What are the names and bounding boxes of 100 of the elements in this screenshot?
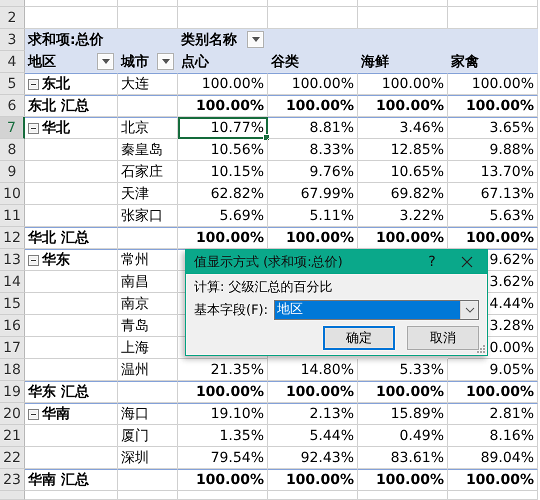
collapse-icon[interactable]	[28, 408, 39, 420]
table-cell	[118, 95, 178, 117]
percent-cell: 5.63%	[448, 205, 538, 227]
resize-grip-icon[interactable]	[477, 345, 485, 353]
percent-cell: 83.61%	[358, 447, 448, 469]
column-header: 谷类	[268, 51, 358, 73]
city-cell: 天津	[118, 183, 178, 205]
percent-cell: 2.13%	[268, 403, 358, 425]
table-cell	[118, 227, 178, 249]
percent-cell: 100.00%	[178, 73, 268, 95]
city-cell: 海口	[118, 403, 178, 425]
cancel-button[interactable]: 取消	[407, 326, 479, 350]
percent-cell: 100.00%	[268, 469, 358, 491]
percent-cell: 1.35%	[178, 425, 268, 447]
percent-cell: 100.00%	[358, 95, 448, 117]
row-number: 18	[0, 359, 25, 381]
caret-icon	[102, 59, 110, 64]
filter-button[interactable]	[157, 53, 174, 70]
row-number: 9	[0, 161, 25, 183]
percent-cell: 3.65%	[448, 117, 538, 139]
column-header: 海鲜	[358, 51, 448, 73]
region-label: 华北	[42, 119, 70, 137]
row-number: 23	[0, 469, 25, 491]
city-cell: 张家口	[118, 205, 178, 227]
percent-cell: 5.33%	[358, 359, 448, 381]
row-header	[0, 0, 25, 7]
field-label: 基本字段(F):	[194, 302, 268, 319]
row-number: 14	[0, 271, 25, 293]
city-cell: 上海	[118, 337, 178, 359]
subtotal-label: 华北 汇总	[25, 227, 118, 249]
percent-cell: 67.99%	[268, 183, 358, 205]
percent-cell: 79.54%	[178, 447, 268, 469]
collapse-icon[interactable]	[28, 122, 39, 134]
percent-cell: 100.00%	[268, 95, 358, 117]
city-cell: 北京	[118, 117, 178, 139]
percent-cell: 100.00%	[448, 469, 538, 491]
caret-icon	[162, 59, 170, 64]
city-cell: 大连	[118, 73, 178, 95]
percent-cell: 8.33%	[268, 139, 358, 161]
percent-cell: 67.13%	[448, 183, 538, 205]
value-field-label: 求和项:总价	[25, 29, 118, 51]
help-button[interactable]: ?	[417, 254, 447, 270]
dropdown-button[interactable]	[460, 301, 478, 319]
ok-button[interactable]: 确定	[323, 326, 395, 350]
collapse-icon[interactable]	[28, 78, 39, 90]
row-number: 11	[0, 205, 25, 227]
row-header	[0, 491, 25, 500]
subtotal-label: 华东 汇总	[25, 381, 118, 403]
base-field-dropdown[interactable]: 地区	[274, 300, 479, 320]
percent-cell: 10.77%	[178, 117, 268, 139]
percent-cell: 100.00%	[178, 469, 268, 491]
percent-cell: 100.00%	[358, 469, 448, 491]
row-number: 15	[0, 293, 25, 315]
percent-cell: 100.00%	[268, 73, 358, 95]
row-number: 6	[0, 95, 25, 117]
row-number: 16	[0, 315, 25, 337]
region-label: 华东	[42, 251, 70, 269]
table-cell	[118, 491, 178, 500]
percent-cell: 92.43%	[268, 447, 358, 469]
filter-button[interactable]	[247, 31, 264, 48]
percent-cell: 9.88%	[448, 139, 538, 161]
row-number: 8	[0, 139, 25, 161]
percent-cell: 100.00%	[448, 381, 538, 403]
row-number: 12	[0, 227, 25, 249]
percent-cell: 3.46%	[358, 117, 448, 139]
city-cell: 深圳	[118, 447, 178, 469]
collapse-icon[interactable]	[28, 254, 39, 266]
percent-cell: 0.49%	[358, 425, 448, 447]
city-cell: 青岛	[118, 315, 178, 337]
dropdown-value: 地区	[275, 301, 460, 319]
column-header: 点心	[178, 51, 268, 73]
city-cell: 石家庄	[118, 161, 178, 183]
dialog-title: 值显示方式 (求和项:总价)	[194, 254, 344, 271]
row-number: 20	[0, 403, 25, 425]
city-cell: 秦皇岛	[118, 139, 178, 161]
table-cell	[118, 469, 178, 491]
row-number: 10	[0, 183, 25, 205]
percent-cell: 15.89%	[358, 403, 448, 425]
region-label: 东北	[42, 75, 70, 93]
percent-cell: 5.69%	[178, 205, 268, 227]
row-number: 2	[0, 7, 25, 29]
percent-cell: 3.22%	[358, 205, 448, 227]
subtotal-label: 东北 汇总	[25, 95, 118, 117]
percent-cell: 100.00%	[448, 73, 538, 95]
percent-cell: 8.81%	[268, 117, 358, 139]
percent-cell: 100.00%	[448, 95, 538, 117]
percent-cell: 9.05%	[448, 359, 538, 381]
row-number: 5	[0, 73, 25, 95]
percent-cell: 100.00%	[358, 73, 448, 95]
percent-cell: 10.15%	[178, 161, 268, 183]
percent-cell: 69.82%	[358, 183, 448, 205]
percent-cell: 19.10%	[178, 403, 268, 425]
row-number: 3	[0, 29, 25, 51]
city-cell: 温州	[118, 359, 178, 381]
percent-cell: 62.82%	[178, 183, 268, 205]
row-field-label: 城市	[121, 52, 149, 70]
row-number: 17	[0, 337, 25, 359]
percent-cell: 10.65%	[358, 161, 448, 183]
filter-button[interactable]	[97, 53, 114, 70]
percent-cell: 5.44%	[268, 425, 358, 447]
